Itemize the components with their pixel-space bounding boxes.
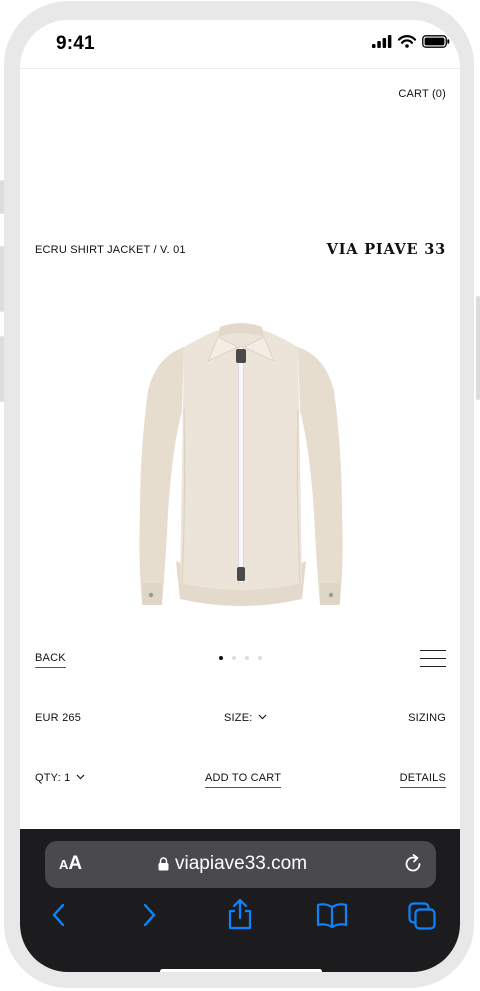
lock-icon <box>158 857 169 871</box>
browser-nav-row <box>20 898 460 942</box>
reload-icon[interactable] <box>402 853 424 875</box>
product-image[interactable] <box>116 299 366 629</box>
carousel-dot[interactable] <box>245 656 249 660</box>
back-link[interactable]: BACK <box>35 652 66 668</box>
bookmarks-icon[interactable] <box>316 902 348 928</box>
back-arrow-icon[interactable] <box>50 902 68 928</box>
power-button <box>476 296 480 400</box>
carousel-dots <box>219 656 262 660</box>
address-bar[interactable]: AA viapiave33.com <box>45 841 436 888</box>
status-time: 9:41 <box>56 33 95 54</box>
status-bar: 9:41 <box>20 20 460 69</box>
price: EUR 265 <box>35 712 82 724</box>
carousel-dot[interactable] <box>232 656 236 660</box>
volume-down-button <box>0 336 4 402</box>
text-size-button[interactable]: AA <box>59 853 82 875</box>
screen: 9:41 CART (0) ECRU SHIRT JACKET / V. 01 <box>20 20 460 972</box>
size-selector[interactable]: SIZE: <box>224 712 267 724</box>
mute-switch <box>0 180 4 214</box>
webpage: CART (0) ECRU SHIRT JACKET / V. 01 VIA P… <box>20 69 460 829</box>
brand-logo[interactable]: VIA PIAVE 33 <box>327 241 446 258</box>
sizing-link[interactable]: SIZING <box>408 712 446 724</box>
wifi-icon <box>398 35 416 48</box>
carousel-dot[interactable] <box>258 656 262 660</box>
chevron-down-icon <box>258 714 267 720</box>
chevron-down-icon <box>76 774 85 780</box>
cellular-signal-icon <box>372 35 392 48</box>
status-icons <box>372 35 450 48</box>
quantity-selector[interactable]: QTY: 1 <box>35 772 85 784</box>
menu-icon[interactable] <box>420 650 446 667</box>
url-display[interactable]: viapiave33.com <box>158 853 307 875</box>
carousel-dot[interactable] <box>219 656 223 660</box>
quantity-label: QTY: 1 <box>35 772 71 784</box>
size-label: SIZE: <box>224 712 253 724</box>
forward-arrow-icon[interactable] <box>140 902 158 928</box>
details-link[interactable]: DETAILS <box>399 772 446 788</box>
product-title: ECRU SHIRT JACKET / V. 01 <box>35 244 186 256</box>
tabs-icon[interactable] <box>408 902 436 930</box>
battery-icon <box>422 35 450 48</box>
cart-link[interactable]: CART (0) <box>398 88 446 100</box>
url-text: viapiave33.com <box>175 853 308 874</box>
share-icon[interactable] <box>226 898 254 930</box>
browser-toolbar: AA viapiave33.com <box>20 829 460 972</box>
home-indicator <box>160 969 322 972</box>
add-to-cart-button[interactable]: ADD TO CART <box>205 772 282 788</box>
volume-up-button <box>0 246 4 312</box>
